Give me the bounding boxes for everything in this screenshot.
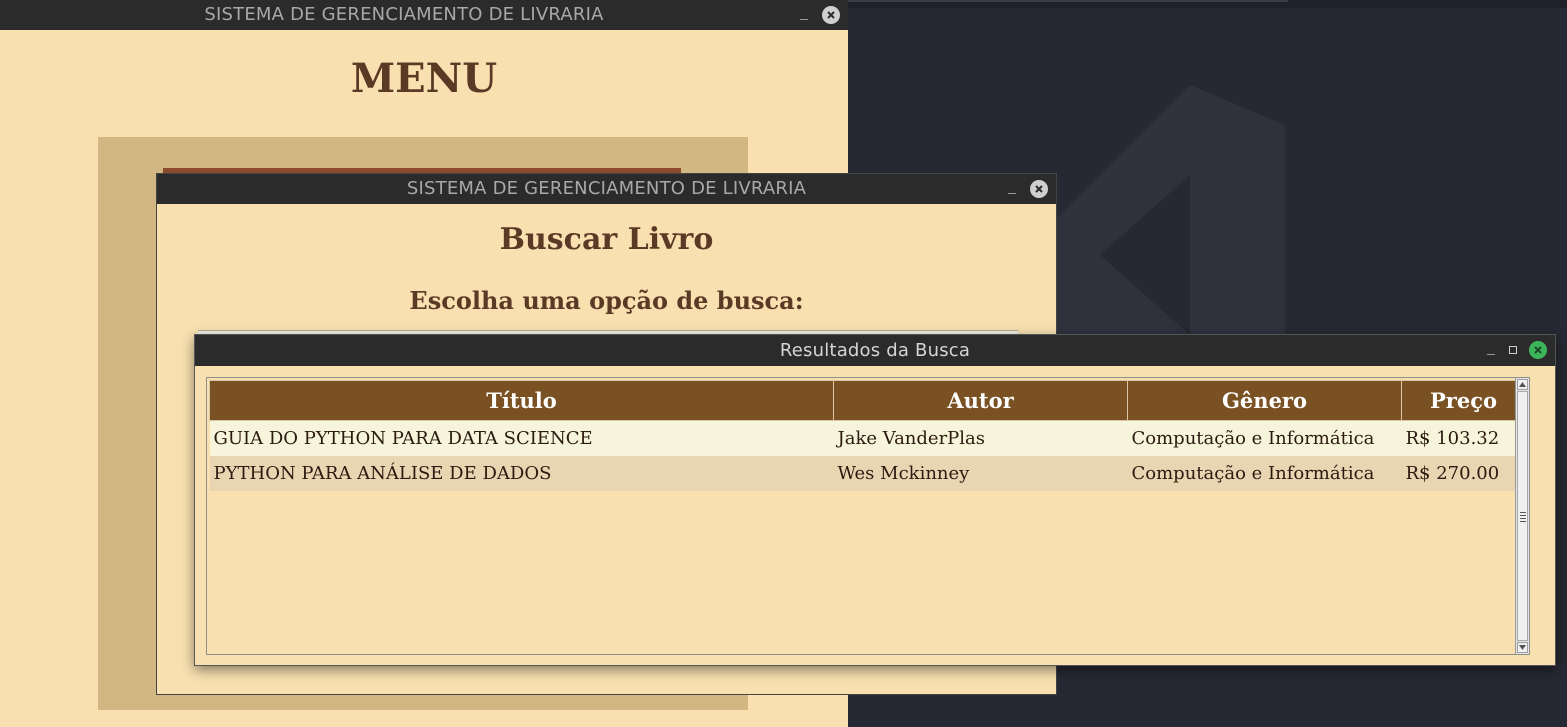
buscar-subheading: Escolha uma opção de busca: [409, 286, 804, 315]
minimize-icon[interactable] [1487, 343, 1497, 357]
close-icon[interactable] [822, 6, 840, 24]
cell-titulo: PYTHON PARA ANÁLISE DE DADOS [209, 456, 834, 491]
results-table-frame: Título Autor Gênero Preço GUIA DO PYTHON… [206, 377, 1530, 655]
cell-titulo: GUIA DO PYTHON PARA DATA SCIENCE [209, 420, 834, 456]
cell-preco: R$ 270.00 [1401, 456, 1526, 491]
menu-window-title: SISTEMA DE GERENCIAMENTO DE LIVRARIA [204, 4, 604, 25]
buscar-window-controls [1008, 174, 1048, 204]
results-window-titlebar[interactable]: Resultados da Busca [195, 335, 1555, 366]
cell-preco: R$ 103.32 [1401, 420, 1526, 456]
scrollbar-grip-line [1520, 512, 1526, 513]
minimize-icon[interactable] [1008, 182, 1018, 196]
column-header-autor[interactable]: Autor [833, 380, 1128, 421]
menu-heading: MENU [350, 55, 498, 102]
close-icon[interactable] [1529, 341, 1547, 359]
buscar-window-titlebar[interactable]: SISTEMA DE GERENCIAMENTO DE LIVRARIA [157, 174, 1056, 204]
scroll-down-icon[interactable] [1517, 642, 1528, 653]
menu-window-titlebar[interactable]: SISTEMA DE GERENCIAMENTO DE LIVRARIA [0, 0, 848, 30]
column-header-preco[interactable]: Preço [1401, 380, 1526, 421]
cell-genero: Computação e Informática [1127, 456, 1402, 491]
desktop-top-bar [848, 0, 1567, 8]
desktop-top-strip [848, 0, 1288, 2]
cell-autor: Jake VanderPlas [833, 420, 1128, 456]
column-header-genero[interactable]: Gênero [1127, 380, 1402, 421]
scrollbar-grip-line [1520, 515, 1526, 516]
scrollbar-grip-line [1520, 518, 1526, 519]
results-table: Título Autor Gênero Preço GUIA DO PYTHON… [209, 380, 1526, 491]
table-row[interactable]: PYTHON PARA ANÁLISE DE DADOS Wes Mckinne… [209, 456, 1526, 491]
column-header-titulo[interactable]: Título [209, 380, 834, 421]
menu-window-controls [800, 0, 840, 30]
table-header-row: Título Autor Gênero Preço [209, 380, 1526, 421]
cell-genero: Computação e Informática [1127, 420, 1402, 456]
scrollbar-thumb[interactable] [1517, 391, 1528, 641]
buscar-window-title: SISTEMA DE GERENCIAMENTO DE LIVRARIA [406, 178, 807, 199]
scroll-up-icon[interactable] [1517, 379, 1528, 390]
results-window-title: Resultados da Busca [779, 340, 971, 361]
vertical-scrollbar[interactable] [1515, 378, 1529, 654]
results-window: Resultados da Busca Título Autor Gênero … [194, 334, 1556, 666]
scrollbar-grip-line [1520, 521, 1526, 522]
close-icon[interactable] [1030, 180, 1048, 198]
results-window-controls [1487, 335, 1547, 365]
buscar-heading: Buscar Livro [499, 222, 714, 257]
cell-autor: Wes Mckinney [833, 456, 1128, 491]
minimize-icon[interactable] [800, 8, 810, 22]
table-row[interactable]: GUIA DO PYTHON PARA DATA SCIENCE Jake Va… [209, 420, 1526, 456]
maximize-icon[interactable] [1509, 346, 1517, 354]
